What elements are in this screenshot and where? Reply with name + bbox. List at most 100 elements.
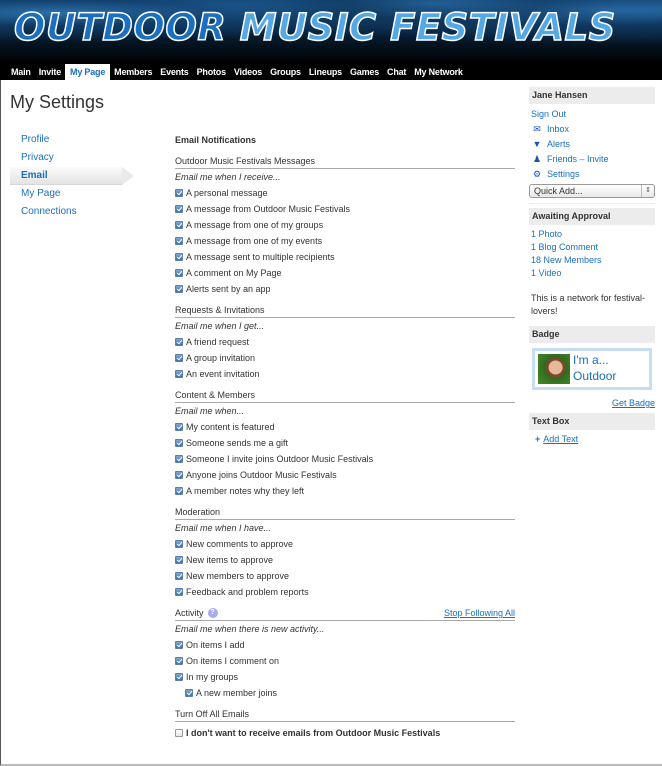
nav-my-page[interactable]: My Page — [65, 64, 111, 80]
approval-item-1-blog-comment[interactable]: 1 Blog Comment — [529, 241, 655, 254]
checkbox-checked[interactable] — [175, 370, 183, 378]
site-title-part1: OUTDOOR — [13, 5, 227, 50]
checkbox-checked[interactable] — [175, 455, 183, 463]
checkbox-checked[interactable] — [175, 657, 183, 665]
section-header: Turn Off All Emails — [175, 707, 515, 722]
nav-my-network[interactable]: My Network — [410, 64, 467, 80]
settings-menu-profile[interactable]: Profile — [10, 131, 122, 149]
email-option[interactable]: An event invitation — [175, 366, 515, 382]
email-option[interactable]: A member notes why they left — [175, 483, 515, 499]
settings-menu-connections[interactable]: Connections — [10, 203, 122, 221]
email-option[interactable]: New members to approve — [175, 568, 515, 584]
email-option[interactable]: A new member joins — [175, 685, 515, 701]
email-option[interactable]: In my groups — [175, 669, 515, 685]
checkbox-checked[interactable] — [185, 689, 193, 697]
section-title-group: Turn Off All Emails — [175, 707, 249, 721]
checkbox-checked[interactable] — [175, 205, 183, 213]
email-option[interactable]: Feedback and problem reports — [175, 584, 515, 600]
right-sidebar: Jane Hansen Sign Out ✉ Inbox ▼ Alerts ♟ Frien… — [529, 87, 655, 444]
help-icon[interactable]: ? — [207, 608, 218, 618]
checkbox-checked[interactable] — [175, 269, 183, 277]
checkbox-checked[interactable] — [175, 588, 183, 596]
user-link-inbox[interactable]: ✉ Inbox — [529, 122, 655, 137]
user-link-friends-invite[interactable]: ♟ Friends – Invite — [529, 152, 655, 167]
email-option[interactable]: Someone I invite joins Outdoor Music Fes… — [175, 451, 515, 467]
checkbox-checked[interactable] — [175, 673, 183, 681]
section-header: Outdoor Music Festivals Messages — [175, 154, 515, 169]
email-option[interactable]: A friend request — [175, 334, 515, 350]
user-link-label: Inbox — [547, 124, 570, 134]
quick-add-value: Quick Add... — [534, 186, 583, 196]
checkbox-checked[interactable] — [175, 540, 183, 548]
email-option[interactable]: A message sent to multiple recipients — [175, 249, 515, 265]
email-option[interactable]: A message from one of my events — [175, 233, 515, 249]
checkbox-checked[interactable] — [175, 572, 183, 580]
option-label: A member notes why they left — [186, 486, 305, 496]
email-option[interactable]: A message from one of my groups — [175, 217, 515, 233]
email-option[interactable]: A personal message — [175, 185, 515, 201]
email-option[interactable]: Someone sends me a gift — [175, 435, 515, 451]
badge-widget[interactable]: I'm a... Outdoor Music — [532, 348, 652, 390]
section-title-group: Outdoor Music Festivals Messages — [175, 154, 315, 168]
checkbox-checked[interactable] — [175, 471, 183, 479]
email-option[interactable]: Anyone joins Outdoor Music Festivals — [175, 467, 515, 483]
checkbox-unchecked[interactable] — [175, 729, 183, 737]
section-activity: Activity? Stop Following All Email me when… — [175, 606, 515, 701]
checkbox-checked[interactable] — [175, 285, 183, 293]
section-title-group: Content & Members — [175, 388, 255, 402]
approval-item-1-video[interactable]: 1 Video — [529, 267, 655, 280]
nav-members[interactable]: Members — [110, 64, 156, 80]
email-option[interactable]: On items I add — [175, 637, 515, 653]
approval-item-18-new-members[interactable]: 18 New Members — [529, 254, 655, 267]
email-option[interactable]: A comment on My Page — [175, 265, 515, 281]
nav-main[interactable]: Main — [7, 64, 35, 80]
option-label: A friend request — [186, 337, 250, 347]
badge-text: I'm a... Outdoor Music — [573, 353, 617, 387]
checkbox-checked[interactable] — [175, 338, 183, 346]
checkbox-checked[interactable] — [175, 253, 183, 261]
email-option[interactable]: On items I comment on — [175, 653, 515, 669]
add-text-link[interactable]: Add Text — [543, 434, 578, 444]
nav-invite[interactable]: Invite — [35, 64, 65, 80]
email-option[interactable]: A message from Outdoor Music Festivals — [175, 201, 515, 217]
settings-menu-privacy[interactable]: Privacy — [10, 149, 122, 167]
nav-videos[interactable]: Videos — [230, 64, 266, 80]
nav-lineups[interactable]: Lineups — [305, 64, 346, 80]
sign-out-link[interactable]: Sign Out — [529, 107, 655, 122]
checkbox-checked[interactable] — [175, 423, 183, 431]
settings-menu-email[interactable]: Email — [10, 167, 134, 185]
checkbox-checked[interactable] — [175, 556, 183, 564]
nav-games[interactable]: Games — [346, 64, 383, 80]
nav-chat[interactable]: Chat — [383, 64, 410, 80]
settings-menu-my-page[interactable]: My Page — [10, 185, 122, 203]
user-link-label: Settings — [547, 169, 580, 179]
email-option[interactable]: A group invitation — [175, 350, 515, 366]
megaphone-icon: ▼ — [532, 139, 542, 149]
stop-following-all-link[interactable]: Stop Following All — [444, 606, 515, 620]
checkbox-checked[interactable] — [175, 237, 183, 245]
user-link-settings[interactable]: ⚙ Settings — [529, 167, 655, 182]
section-intro: Email me when... — [175, 406, 245, 416]
user-link-alerts[interactable]: ▼ Alerts — [529, 137, 655, 152]
checkbox-checked[interactable] — [175, 221, 183, 229]
approval-item-1-photo[interactable]: 1 Photo — [529, 228, 655, 241]
checkbox-checked[interactable] — [175, 354, 183, 362]
email-option[interactable]: New comments to approve — [175, 536, 515, 552]
get-badge-link[interactable]: Get Badge — [529, 398, 655, 408]
checkbox-checked[interactable] — [175, 487, 183, 495]
checkbox-checked[interactable] — [175, 641, 183, 649]
nav-events[interactable]: Events — [156, 64, 192, 80]
email-option[interactable]: New items to approve — [175, 552, 515, 568]
option-label: New comments to approve — [186, 539, 294, 549]
site-logo[interactable]: OUTDOOR MUSIC FESTIVALS — [13, 5, 616, 50]
envelope-icon: ✉ — [533, 124, 541, 134]
quick-add-select[interactable]: Quick Add... ⇕ — [529, 184, 655, 198]
email-option[interactable]: My content is featured — [175, 419, 515, 435]
email-option[interactable]: I don't want to receive emails from Outd… — [175, 725, 515, 741]
nav-photos[interactable]: Photos — [193, 64, 230, 80]
checkbox-checked[interactable] — [175, 189, 183, 197]
checkbox-checked[interactable] — [175, 439, 183, 447]
badge-heading: Badge — [529, 326, 655, 343]
email-option[interactable]: Alerts sent by an app — [175, 281, 515, 297]
nav-groups[interactable]: Groups — [266, 64, 305, 80]
